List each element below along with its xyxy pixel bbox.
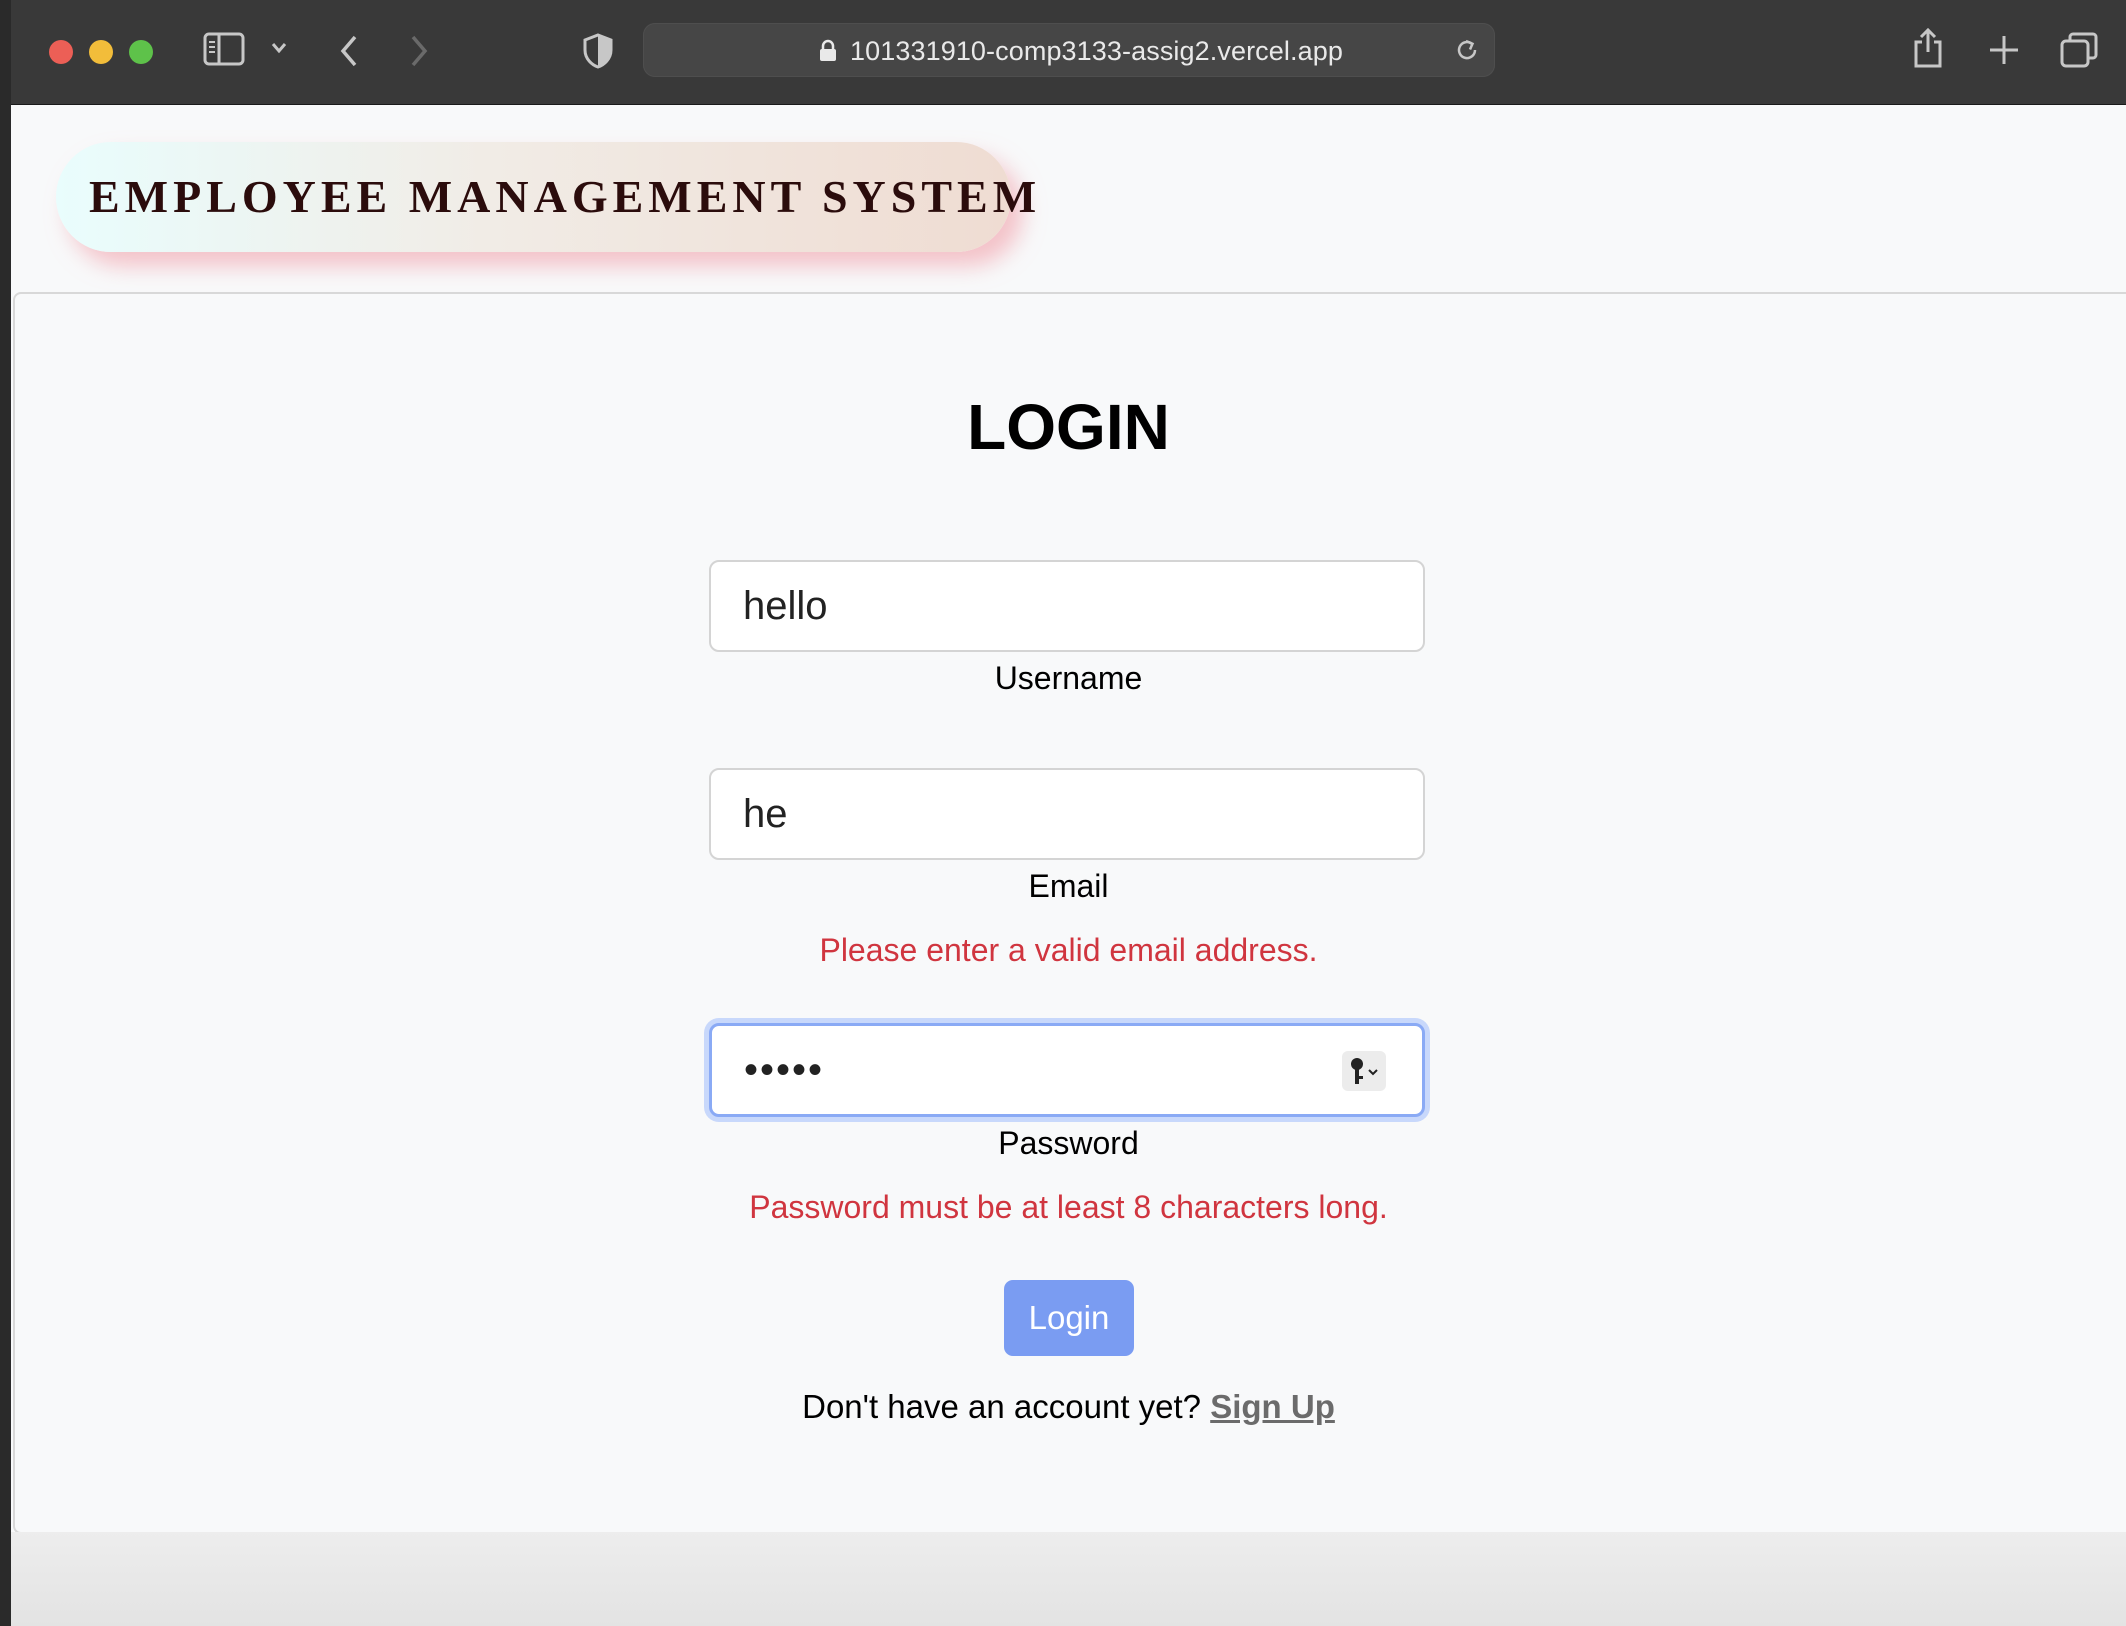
share-icon[interactable] bbox=[1911, 28, 1945, 68]
password-label: Password bbox=[998, 1125, 1139, 1161]
password-key-icon[interactable] bbox=[1342, 1051, 1386, 1091]
email-input[interactable] bbox=[711, 770, 1423, 858]
back-icon[interactable] bbox=[337, 33, 361, 69]
desktop-edge bbox=[0, 0, 11, 1626]
email-field[interactable] bbox=[709, 768, 1425, 860]
username-input[interactable] bbox=[711, 562, 1423, 650]
privacy-shield-icon[interactable] bbox=[582, 33, 614, 69]
close-window-button[interactable] bbox=[49, 40, 73, 64]
email-error: Please enter a valid email address. bbox=[819, 932, 1318, 968]
password-field[interactable] bbox=[709, 1023, 1425, 1117]
signup-prompt-text: Don't have an account yet? bbox=[802, 1388, 1202, 1425]
minimize-window-button[interactable] bbox=[89, 40, 113, 64]
browser-toolbar: 101331910-comp3133-assig2.vercel.app bbox=[11, 0, 2126, 105]
password-input[interactable] bbox=[712, 1026, 1422, 1114]
username-field[interactable] bbox=[709, 560, 1425, 652]
lock-icon bbox=[819, 39, 837, 66]
username-label: Username bbox=[994, 660, 1143, 696]
sidebar-icon[interactable] bbox=[203, 32, 245, 66]
signup-link[interactable]: Sign Up bbox=[1210, 1388, 1335, 1425]
page-footer-area bbox=[11, 1532, 2126, 1626]
password-error: Password must be at least 8 characters l… bbox=[749, 1189, 1388, 1225]
chevron-down-icon[interactable] bbox=[269, 40, 289, 56]
login-button[interactable]: Login bbox=[1004, 1280, 1134, 1356]
app-header-banner: EMPLOYEE MANAGEMENT SYSTEM bbox=[56, 142, 1036, 252]
reload-icon[interactable] bbox=[1453, 36, 1481, 69]
new-tab-icon[interactable] bbox=[1988, 34, 2020, 66]
url-text: 101331910-comp3133-assig2.vercel.app bbox=[850, 36, 1343, 66]
email-label: Email bbox=[1028, 868, 1109, 904]
page-title: LOGIN bbox=[967, 391, 1170, 463]
tab-overview-icon[interactable] bbox=[2060, 32, 2098, 68]
browser-window: 101331910-comp3133-assig2.vercel.app EMP… bbox=[11, 0, 2126, 1626]
app-title: EMPLOYEE MANAGEMENT SYSTEM bbox=[89, 171, 1042, 222]
zoom-window-button[interactable] bbox=[129, 40, 153, 64]
signup-prompt-row: Don't have an account yet? Sign Up bbox=[11, 1388, 2126, 1426]
forward-icon[interactable] bbox=[407, 33, 431, 69]
address-bar[interactable]: 101331910-comp3133-assig2.vercel.app bbox=[643, 23, 1495, 77]
